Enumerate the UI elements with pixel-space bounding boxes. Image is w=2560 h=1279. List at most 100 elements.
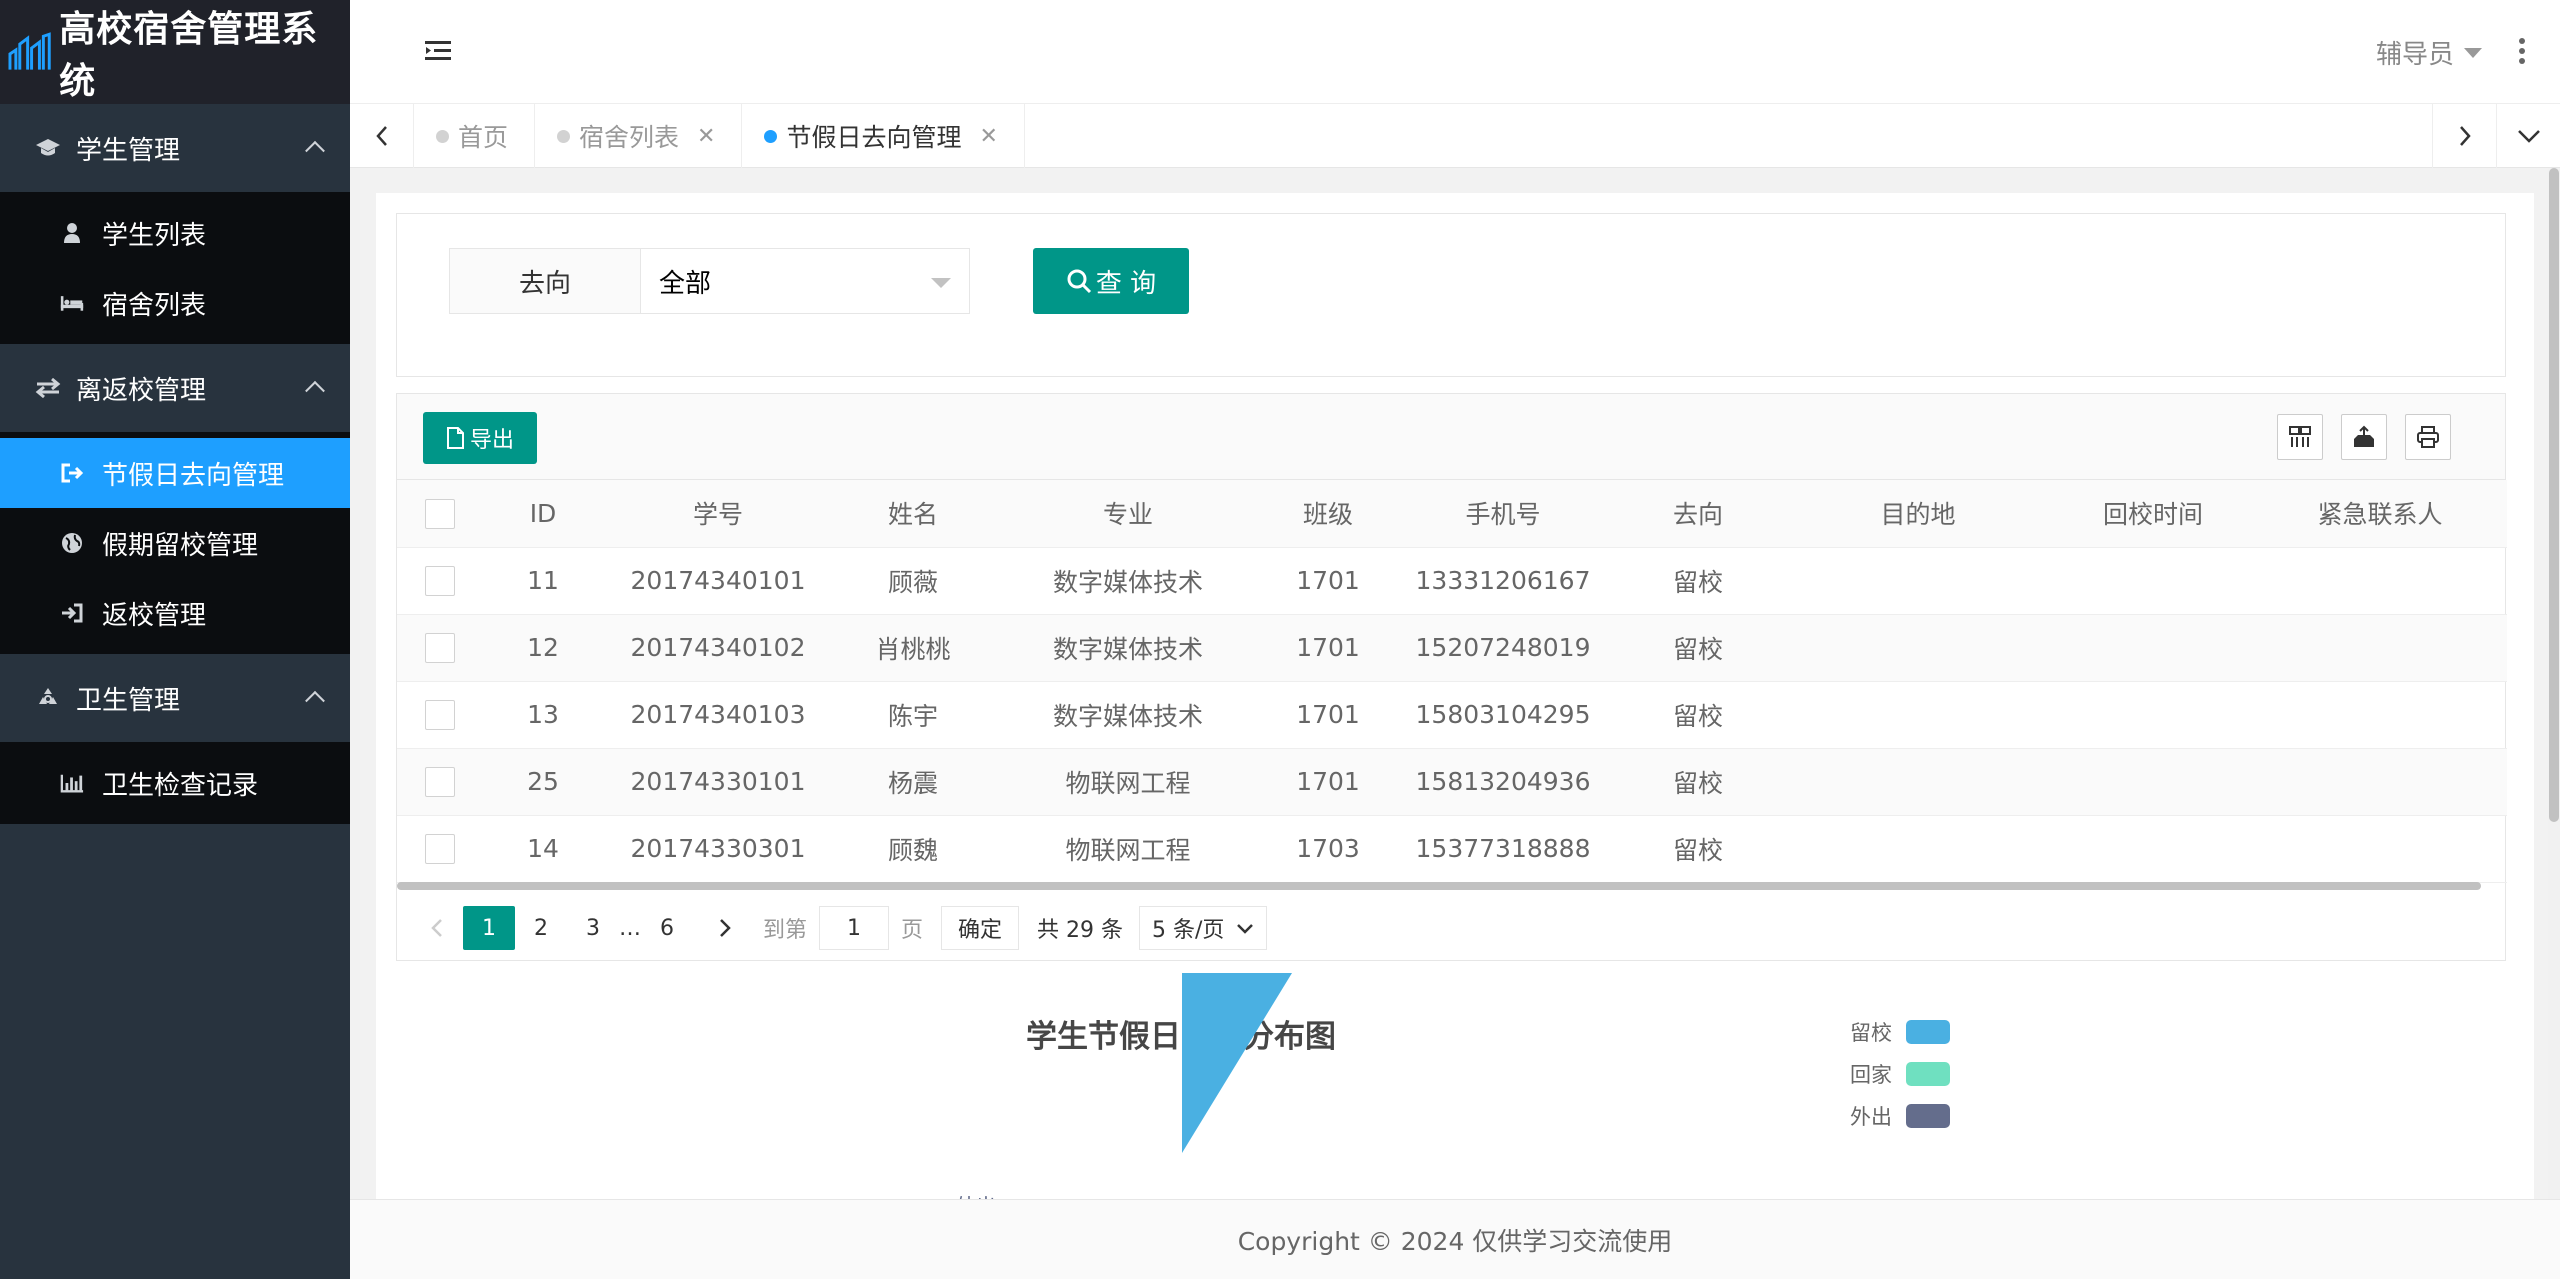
table-row[interactable]: 13 20174340103 陈宇 数字媒体技术 1701 1580310429…: [397, 681, 2507, 749]
sidebar: 高校宿舍管理系统 学生管理 学生列表 宿舍列表 离返校管理 节假日去向管理 假期…: [0, 0, 350, 1279]
menu-toggle-icon[interactable]: [425, 40, 453, 66]
page-size-select[interactable]: 5 条/页: [1139, 906, 1268, 950]
sidebar-item-label: 返校管理: [102, 600, 207, 631]
pagination: 1 2 3 … 6 到第 1 页 确定 共 29 条 5 条/页: [397, 896, 1268, 960]
menu-group-hygiene[interactable]: 卫生管理: [0, 654, 350, 742]
page-size-value: 5 条/页: [1152, 918, 1225, 943]
table-cell: 1701: [1263, 681, 1393, 749]
column-header[interactable]: 专业: [993, 480, 1263, 548]
menu-group-student[interactable]: 学生管理: [0, 104, 350, 192]
user-menu[interactable]: 辅导员: [2376, 34, 2482, 71]
table-cell: 13331206167: [1393, 547, 1613, 615]
table-cell: 11: [483, 547, 603, 615]
tab-label: 宿舍列表: [579, 123, 680, 152]
close-icon[interactable]: ✕: [979, 124, 997, 149]
tab-dot: [436, 130, 449, 143]
row-checkbox-cell[interactable]: [397, 547, 483, 615]
column-header[interactable]: 回校时间: [2053, 480, 2253, 548]
table-cell: 25: [483, 748, 603, 816]
column-header[interactable]: 手机号: [1393, 480, 1613, 548]
export-data-icon[interactable]: [2341, 414, 2387, 460]
logo[interactable]: 高校宿舍管理系统: [0, 0, 350, 104]
table-cell: [2053, 815, 2253, 883]
sidebar-item-hygiene-records[interactable]: 卫生检查记录: [0, 748, 350, 818]
page-button[interactable]: 1: [463, 906, 515, 950]
sidebar-item-student-list[interactable]: 学生列表: [0, 198, 350, 268]
table-cell: 留校: [1613, 815, 1783, 883]
submenu-student: 学生列表 宿舍列表: [0, 192, 350, 344]
sign-in-icon: [60, 602, 84, 624]
select-all-cell[interactable]: [397, 480, 483, 548]
checkbox[interactable]: [425, 566, 455, 596]
table-cell: 15207248019: [1393, 614, 1613, 682]
checkbox[interactable]: [425, 633, 455, 663]
vertical-scrollbar-thumb[interactable]: [2549, 168, 2559, 822]
user-icon: [60, 222, 84, 244]
menu-group-leave-return[interactable]: 离返校管理: [0, 344, 350, 432]
more-vertical-icon[interactable]: [2518, 38, 2526, 68]
tab-label: 首页: [458, 123, 509, 152]
copyright-text: Copyright © 2024 仅供学习交流使用: [1237, 1226, 1673, 1256]
close-icon[interactable]: ✕: [697, 124, 715, 149]
exchange-icon: [34, 378, 62, 398]
checkbox[interactable]: [425, 767, 455, 797]
table-cell: 留校: [1613, 547, 1783, 615]
chevron-down-icon: [1237, 924, 1253, 934]
sidebar-item-holiday-whereabouts[interactable]: 节假日去向管理: [0, 438, 350, 508]
tabs-dropdown-icon[interactable]: [2496, 104, 2560, 168]
pie-slice[interactable]: [1182, 973, 1292, 1153]
table-row[interactable]: 12 20174340102 肖桃桃 数字媒体技术 1701 152072480…: [397, 614, 2507, 682]
tabs-scroll-left-icon[interactable]: [350, 104, 414, 168]
search-panel: 去向 全部 查 询: [396, 213, 2506, 377]
prev-page-icon[interactable]: [411, 906, 463, 950]
row-checkbox-cell[interactable]: [397, 748, 483, 816]
whereabouts-select[interactable]: 全部: [640, 248, 970, 314]
page-button[interactable]: 3: [567, 906, 619, 950]
table-cell: [1783, 547, 2053, 615]
column-header[interactable]: 班级: [1263, 480, 1393, 548]
sidebar-item-dorm-list[interactable]: 宿舍列表: [0, 268, 350, 338]
row-checkbox-cell[interactable]: [397, 614, 483, 682]
caret-down-icon: [931, 278, 951, 288]
tab-holiday-whereabouts[interactable]: 节假日去向管理 ✕: [742, 104, 1025, 168]
print-icon[interactable]: [2405, 414, 2451, 460]
export-button[interactable]: 导出: [423, 412, 537, 464]
row-checkbox-cell[interactable]: [397, 815, 483, 883]
column-header[interactable]: ID: [483, 480, 603, 548]
table-header-row: ID 学号 姓名 专业 班级 手机号 去向 目的地 回校时间 紧急联系人: [397, 480, 2507, 548]
file-icon: [446, 427, 464, 449]
whereabouts-label: 去向: [449, 248, 641, 314]
table-cell: 13: [483, 681, 603, 749]
sidebar-item-vacation-stay[interactable]: 假期留校管理: [0, 508, 350, 578]
main-content: 去向 全部 查 询 导出 ID 学号 姓名 专业 班级 手机号 去向 目的地 回…: [376, 193, 2534, 1199]
horizontal-scrollbar[interactable]: [397, 882, 2481, 890]
tabs-scroll-right-icon[interactable]: [2432, 104, 2496, 168]
column-header[interactable]: 姓名: [833, 480, 993, 548]
column-header[interactable]: 学号: [603, 480, 833, 548]
table-row[interactable]: 25 20174330101 杨震 物联网工程 1701 15813204936…: [397, 748, 2507, 816]
row-checkbox-cell[interactable]: [397, 681, 483, 749]
tab-dorm-list[interactable]: 宿舍列表 ✕: [535, 104, 743, 168]
table-row[interactable]: 14 20174330301 顾魏 物联网工程 1703 15377318888…: [397, 815, 2507, 883]
checkbox[interactable]: [425, 834, 455, 864]
column-header[interactable]: 去向: [1613, 480, 1783, 548]
goto-page-input[interactable]: 1: [819, 906, 890, 950]
page-button[interactable]: 6: [641, 906, 693, 950]
table-cell: [2253, 748, 2507, 816]
column-header[interactable]: 目的地: [1783, 480, 2053, 548]
column-header[interactable]: 紧急联系人: [2253, 480, 2507, 548]
pie-chart-svg: 外出: [956, 973, 1292, 1199]
next-page-icon[interactable]: [699, 906, 751, 950]
column-filter-icon[interactable]: [2277, 414, 2323, 460]
table-cell: [2053, 547, 2253, 615]
sidebar-item-return-school[interactable]: 返校管理: [0, 578, 350, 648]
tab-home[interactable]: 首页: [414, 104, 536, 168]
table-cell: 肖桃桃: [833, 614, 993, 682]
checkbox[interactable]: [425, 498, 455, 529]
table-row[interactable]: 11 20174340101 顾薇 数字媒体技术 1701 1333120616…: [397, 547, 2507, 615]
page-button[interactable]: 2: [515, 906, 567, 950]
query-button[interactable]: 查 询: [1033, 248, 1189, 314]
tabs-bar: 首页 宿舍列表 ✕ 节假日去向管理 ✕: [350, 104, 2560, 168]
checkbox[interactable]: [425, 700, 455, 730]
goto-confirm-button[interactable]: 确定: [941, 906, 1020, 950]
